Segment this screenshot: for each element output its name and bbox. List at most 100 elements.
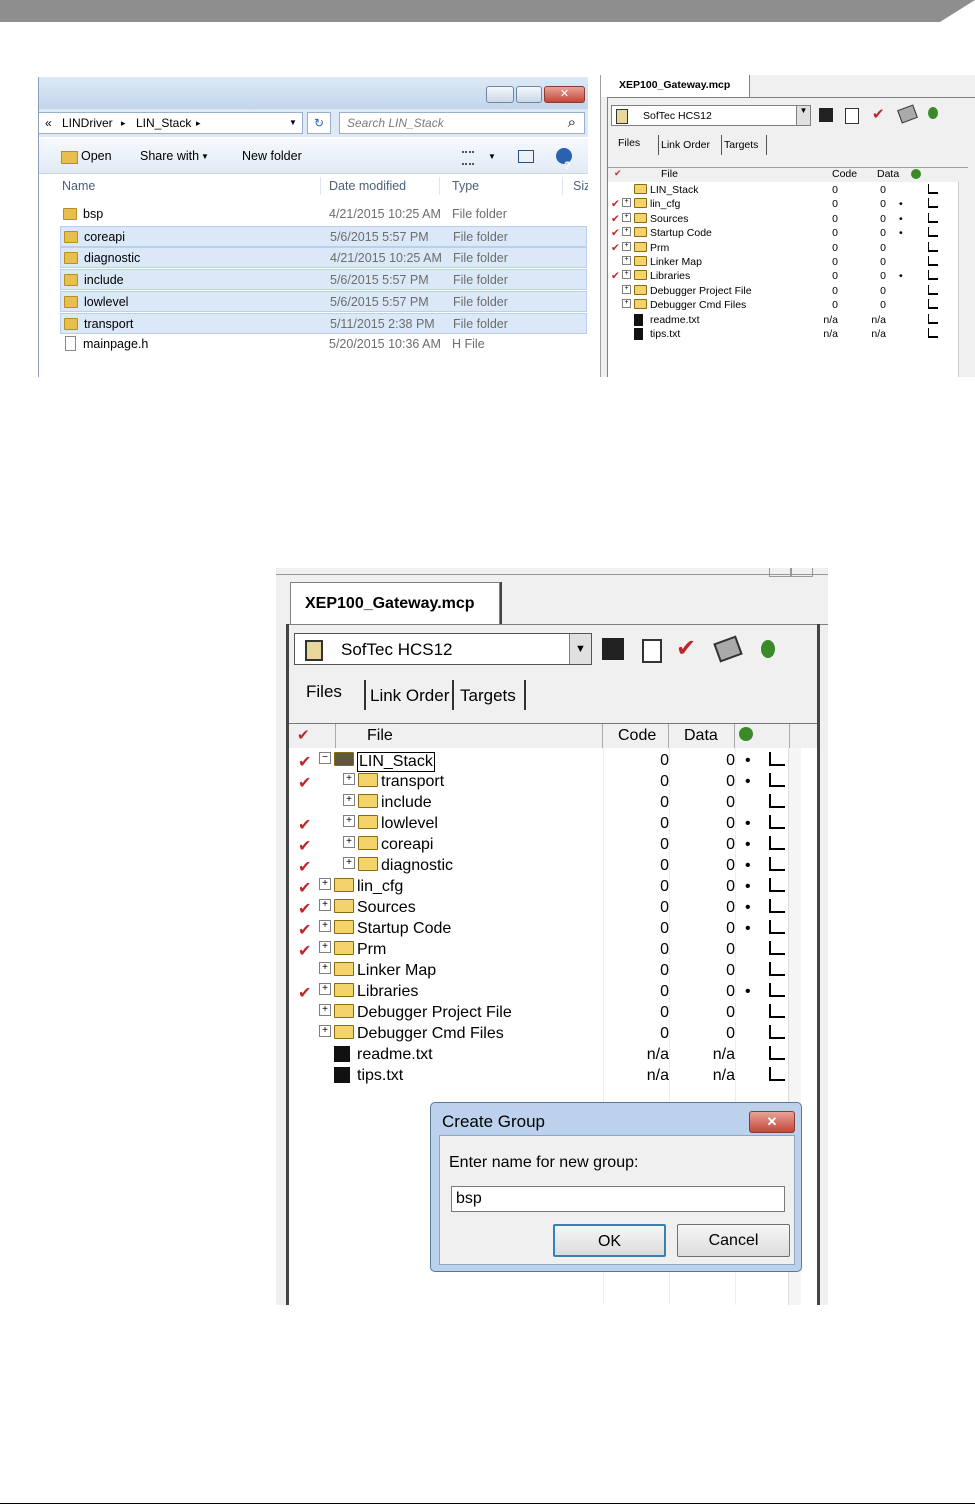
tree-row[interactable]: ✔ + Libraries 0 0 • <box>289 982 789 1003</box>
col-data[interactable]: Data <box>684 727 718 745</box>
breadcrumb-lindriver[interactable]: LINDriver <box>62 113 113 133</box>
check-icon[interactable]: ✔ <box>676 634 696 663</box>
tree-row[interactable]: readme.txt n/a n/a <box>608 313 958 328</box>
breadcrumb-back[interactable]: « <box>45 113 52 133</box>
debug-column-icon[interactable] <box>739 727 753 741</box>
tree-row[interactable]: ✔ + transport 0 0 • <box>289 772 789 793</box>
list-item[interactable]: transport 5/11/2015 2:38 PM File folder <box>60 312 587 334</box>
debug-icon[interactable] <box>897 104 918 124</box>
tab-targets[interactable]: Targets <box>460 686 516 706</box>
tree-row[interactable]: ✔ + diagnostic 0 0 • <box>289 856 789 877</box>
check-icon[interactable]: ✔ <box>298 983 311 1003</box>
tree-row[interactable]: + Debugger Cmd Files 0 0 <box>289 1024 789 1045</box>
close-panel-button[interactable] <box>791 568 813 577</box>
run-icon[interactable] <box>928 107 938 119</box>
tree-row[interactable]: ✔ + Startup Code 0 0 • <box>289 919 789 940</box>
tab-link-order[interactable]: Link Order <box>370 686 449 706</box>
chevron-down-icon[interactable]: ▼ <box>569 634 591 664</box>
check-column-icon[interactable]: ✔ <box>297 726 310 744</box>
tree-row[interactable]: ✔ + lin_cfg 0 0 • <box>608 198 958 212</box>
tree-row[interactable]: + Debugger Project File 0 0 <box>289 1003 789 1024</box>
tree-row[interactable]: ✔ + Libraries 0 0 • <box>608 270 958 284</box>
refresh-button[interactable]: ↻ <box>307 112 331 134</box>
check-icon[interactable]: ✔ <box>298 836 311 856</box>
col-name[interactable]: Name <box>62 179 95 193</box>
tree-row[interactable]: readme.txt n/a n/a <box>289 1045 789 1066</box>
tab-files[interactable]: Files <box>618 137 640 149</box>
restore-button[interactable] <box>769 568 791 577</box>
dialog-close-button[interactable]: ✕ <box>749 1111 795 1133</box>
col-data[interactable]: Data <box>877 168 899 180</box>
col-type[interactable]: Type <box>452 179 479 193</box>
chevron-down-icon[interactable]: ▼ <box>201 152 209 161</box>
group-name-input[interactable]: bsp <box>451 1186 785 1212</box>
open-button[interactable]: Open <box>81 149 112 163</box>
check-icon[interactable]: ✔ <box>298 773 311 793</box>
check-column-icon[interactable]: ✔ <box>614 168 622 179</box>
maximize-button[interactable] <box>516 86 542 103</box>
tree-row[interactable]: + Debugger Cmd Files 0 0 <box>608 299 958 313</box>
list-item[interactable]: diagnostic 4/21/2015 10:25 AM File folder <box>60 247 587 269</box>
new-folder-button[interactable]: New folder <box>242 149 302 163</box>
tree-row[interactable]: + Linker Map 0 0 <box>608 256 958 270</box>
file-list-icon[interactable] <box>642 639 662 663</box>
tree-row[interactable]: ✔ − LIN_Stack 0 0 • <box>289 751 789 772</box>
col-code[interactable]: Code <box>832 168 857 180</box>
address-bar[interactable]: « LINDriver ▸ LIN_Stack ▸ ▼ <box>39 112 303 134</box>
tree-row[interactable]: ✔ + Startup Code 0 0 • <box>608 227 958 241</box>
close-button[interactable]: ✕ <box>544 86 585 103</box>
view-options-icon[interactable] <box>462 151 474 165</box>
minimize-button[interactable] <box>486 86 514 103</box>
col-date[interactable]: Date modified <box>329 179 406 193</box>
ok-button[interactable]: OK <box>553 1224 666 1257</box>
check-icon[interactable]: ✔ <box>611 198 620 210</box>
tree-row[interactable]: ✔ + Prm 0 0 <box>289 940 789 961</box>
list-item[interactable]: mainpage.h 5/20/2015 10:36 AM H File <box>60 334 587 355</box>
help-icon[interactable]: ? <box>556 148 572 172</box>
tab-files[interactable]: Files <box>306 682 342 702</box>
check-icon[interactable]: ✔ <box>298 752 311 772</box>
scrollbar[interactable] <box>958 182 969 377</box>
debug-icon[interactable] <box>713 635 743 663</box>
project-tab[interactable]: XEP100_Gateway.mcp <box>290 582 500 625</box>
chip-icon[interactable] <box>602 638 624 660</box>
check-icon[interactable]: ✔ <box>298 815 311 835</box>
search-icon[interactable]: ⌕ <box>568 113 576 133</box>
breadcrumb-lin-stack[interactable]: LIN_Stack <box>136 113 191 133</box>
col-code[interactable]: Code <box>618 727 656 745</box>
share-with-button[interactable]: Share with <box>140 149 199 163</box>
tree-row[interactable]: LIN_Stack 0 0 <box>608 184 958 198</box>
chevron-right-icon[interactable]: ▸ <box>196 113 201 133</box>
search-input[interactable]: Search LIN_Stack <box>347 113 444 133</box>
tree-row[interactable]: ✔ + Sources 0 0 • <box>289 898 789 919</box>
col-size[interactable]: Siz <box>573 179 588 193</box>
tree-row[interactable]: + Linker Map 0 0 <box>289 961 789 982</box>
search-box[interactable]: Search LIN_Stack ⌕ <box>339 112 585 134</box>
col-file[interactable]: File <box>367 727 393 745</box>
check-icon[interactable]: ✔ <box>298 857 311 877</box>
check-icon[interactable]: ✔ <box>298 941 311 961</box>
cancel-button[interactable]: Cancel <box>677 1224 790 1257</box>
project-tab[interactable]: XEP100_Gateway.mcp <box>601 75 750 97</box>
tree-row[interactable]: + Debugger Project File 0 0 <box>608 284 958 299</box>
tree-row[interactable]: ✔ + Prm 0 0 <box>608 241 958 256</box>
tree-row[interactable]: tips.txt n/a n/a <box>608 328 958 342</box>
tab-link-order[interactable]: Link Order <box>661 139 710 151</box>
tab-targets[interactable]: Targets <box>724 139 758 151</box>
check-icon[interactable]: ✔ <box>611 227 620 239</box>
chevron-down-icon[interactable]: ▼ <box>289 113 297 133</box>
check-icon[interactable]: ✔ <box>611 213 620 225</box>
target-select[interactable]: SofTec HCS12 ▼ <box>611 105 811 126</box>
chevron-down-icon[interactable]: ▼ <box>488 152 496 161</box>
tree-row[interactable]: ✔ + Sources 0 0 • <box>608 212 958 227</box>
tree-row[interactable]: + include 0 0 <box>289 793 789 814</box>
chevron-right-icon[interactable]: ▸ <box>121 113 126 133</box>
chip-icon[interactable] <box>819 108 833 122</box>
check-icon[interactable]: ✔ <box>611 270 620 282</box>
list-item[interactable]: bsp 4/21/2015 10:25 AM File folder <box>60 204 587 225</box>
list-item[interactable]: lowlevel 5/6/2015 5:57 PM File folder <box>60 290 587 312</box>
col-file[interactable]: File <box>661 168 678 180</box>
check-icon[interactable]: ✔ <box>611 242 620 254</box>
tree-row[interactable]: ✔ + coreapi 0 0 • <box>289 835 789 856</box>
list-item[interactable]: coreapi 5/6/2015 5:57 PM File folder <box>60 225 587 247</box>
